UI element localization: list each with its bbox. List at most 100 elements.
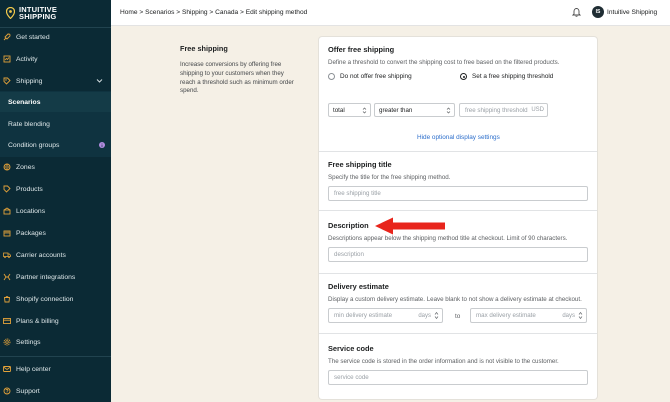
input-placeholder: max delivery estimate xyxy=(476,312,536,319)
sidebar-item-label: Settings xyxy=(16,338,41,346)
service-code-description: The service code is stored in the order … xyxy=(328,358,559,365)
packages-icon xyxy=(3,229,11,237)
field-select[interactable]: total xyxy=(328,103,371,117)
radio-no-free-shipping[interactable]: Do not offer free shipping xyxy=(328,73,412,80)
info-badge: i xyxy=(99,142,105,148)
sidebar-item-label: Get started xyxy=(16,33,50,41)
red-arrow-annotation xyxy=(375,217,445,235)
delivery-estimate-heading: Delivery estimate xyxy=(328,282,389,291)
sidebar-item-zones[interactable]: Zones xyxy=(0,157,111,177)
brand-line-2: SHIPPING xyxy=(19,12,57,21)
truck-icon xyxy=(3,251,11,259)
sidebar-item-label: Plans & billing xyxy=(16,317,59,325)
activity-icon xyxy=(3,55,11,63)
input-placeholder: free shipping title xyxy=(334,190,381,197)
section-description: Increase conversions by offering free sh… xyxy=(180,61,294,95)
locations-icon xyxy=(3,207,11,215)
sidebar-item-label: Shipping xyxy=(16,77,43,85)
store-name[interactable]: Intuitive Shipping xyxy=(607,9,657,16)
free-shipping-card: Offer free shipping Define a threshold t… xyxy=(319,37,597,399)
section-divider xyxy=(319,273,597,274)
section-divider xyxy=(319,333,597,334)
service-code-input[interactable]: service code xyxy=(328,370,588,385)
sidebar: INTUITIVE SHIPPING Get started Activity … xyxy=(0,0,111,402)
hide-optional-settings-link[interactable]: Hide optional display settings xyxy=(417,134,500,141)
select-value: greater than xyxy=(379,106,413,114)
stepper-arrows-icon[interactable] xyxy=(578,311,583,320)
free-shipping-title-description: Specify the title for the free shipping … xyxy=(328,174,451,181)
chevron-down-icon xyxy=(96,79,103,83)
select-arrows-icon xyxy=(446,107,451,114)
input-placeholder: service code xyxy=(334,374,369,381)
sidebar-item-label: Zones xyxy=(16,163,35,171)
sidebar-item-get-started[interactable]: Get started xyxy=(0,27,111,47)
sidebar-item-label: Scenarios xyxy=(8,98,41,106)
radio-dot[interactable] xyxy=(460,73,467,80)
description-help-text: Descriptions appear below the shipping m… xyxy=(328,235,568,242)
sidebar-item-support[interactable]: Support xyxy=(0,381,111,401)
stepper-arrows-icon[interactable] xyxy=(434,311,439,320)
sidebar-item-label: Packages xyxy=(16,229,46,237)
section-divider xyxy=(319,151,597,152)
sidebar-item-label: Shopify connection xyxy=(16,295,74,303)
radio-free-shipping-threshold[interactable]: Set a free shipping threshold xyxy=(460,73,553,80)
sidebar-item-label: Partner integrations xyxy=(16,273,76,281)
brand-logo[interactable]: INTUITIVE SHIPPING xyxy=(0,0,111,26)
section-divider xyxy=(319,210,597,211)
radio-label: Do not offer free shipping xyxy=(340,73,412,80)
location-pin-icon xyxy=(6,7,15,19)
section-heading: Free shipping xyxy=(180,44,228,53)
radio-label: Set a free shipping threshold xyxy=(472,73,554,80)
select-value: total xyxy=(333,106,345,114)
service-code-heading: Service code xyxy=(328,344,374,353)
threshold-input[interactable]: free shipping threshold USD xyxy=(459,103,548,117)
sidebar-item-label: Rate blending xyxy=(8,120,50,128)
sidebar-item-help-center[interactable]: Help center xyxy=(0,359,111,379)
products-icon xyxy=(3,185,11,193)
bell-icon[interactable] xyxy=(572,7,581,17)
sidebar-item-label: Condition groups xyxy=(8,141,60,149)
billing-icon xyxy=(3,317,11,325)
max-delivery-estimate-input[interactable]: max delivery estimate days xyxy=(470,308,587,323)
sidebar-item-condition-groups[interactable]: Condition groups i xyxy=(0,135,111,155)
description-input[interactable]: description xyxy=(328,247,588,262)
radio-dot[interactable] xyxy=(328,73,335,80)
sidebar-item-label: Activity xyxy=(16,55,38,63)
sidebar-item-shopify-connection[interactable]: Shopify connection xyxy=(0,289,111,309)
input-placeholder: min delivery estimate xyxy=(334,312,393,319)
operator-select[interactable]: greater than xyxy=(374,103,455,117)
sidebar-item-locations[interactable]: Locations xyxy=(0,201,111,221)
free-shipping-title-input[interactable]: free shipping title xyxy=(328,186,588,201)
input-placeholder: description xyxy=(334,251,364,258)
breadcrumb[interactable]: Home > Scenarios > Shipping > Canada > E… xyxy=(120,9,307,16)
input-placeholder: free shipping threshold xyxy=(465,106,528,114)
integrations-icon xyxy=(3,273,11,281)
free-shipping-title-heading: Free shipping title xyxy=(328,160,392,169)
days-suffix: days xyxy=(418,312,431,319)
sidebar-item-shipping[interactable]: Shipping xyxy=(0,71,111,91)
brand-name: INTUITIVE SHIPPING xyxy=(19,5,57,21)
shopify-icon xyxy=(3,295,11,303)
sidebar-item-partner-integrations[interactable]: Partner integrations xyxy=(0,267,111,287)
sidebar-item-label: Help center xyxy=(16,365,51,373)
sidebar-item-activity[interactable]: Activity xyxy=(0,49,111,69)
currency-suffix: USD xyxy=(531,107,544,113)
avatar[interactable]: IS xyxy=(592,6,604,18)
days-suffix: days xyxy=(562,312,575,319)
select-arrows-icon xyxy=(362,107,367,114)
sidebar-item-settings[interactable]: Settings xyxy=(0,332,111,352)
rocket-icon xyxy=(3,33,11,41)
offer-free-shipping-title: Offer free shipping xyxy=(328,45,395,54)
min-delivery-estimate-input[interactable]: min delivery estimate days xyxy=(328,308,443,323)
sidebar-item-rate-blending[interactable]: Rate blending xyxy=(0,114,111,134)
sidebar-item-plans-billing[interactable]: Plans & billing xyxy=(0,311,111,331)
sidebar-item-carrier-accounts[interactable]: Carrier accounts xyxy=(0,245,111,265)
shipping-icon xyxy=(3,77,11,85)
sidebar-item-scenarios[interactable]: Scenarios xyxy=(0,92,111,112)
sidebar-item-products[interactable]: Products xyxy=(0,179,111,199)
sidebar-divider xyxy=(0,356,111,357)
description-heading: Description xyxy=(328,221,369,230)
sidebar-item-packages[interactable]: Packages xyxy=(0,223,111,243)
help-icon xyxy=(3,365,11,373)
sidebar-item-label: Locations xyxy=(16,207,46,215)
